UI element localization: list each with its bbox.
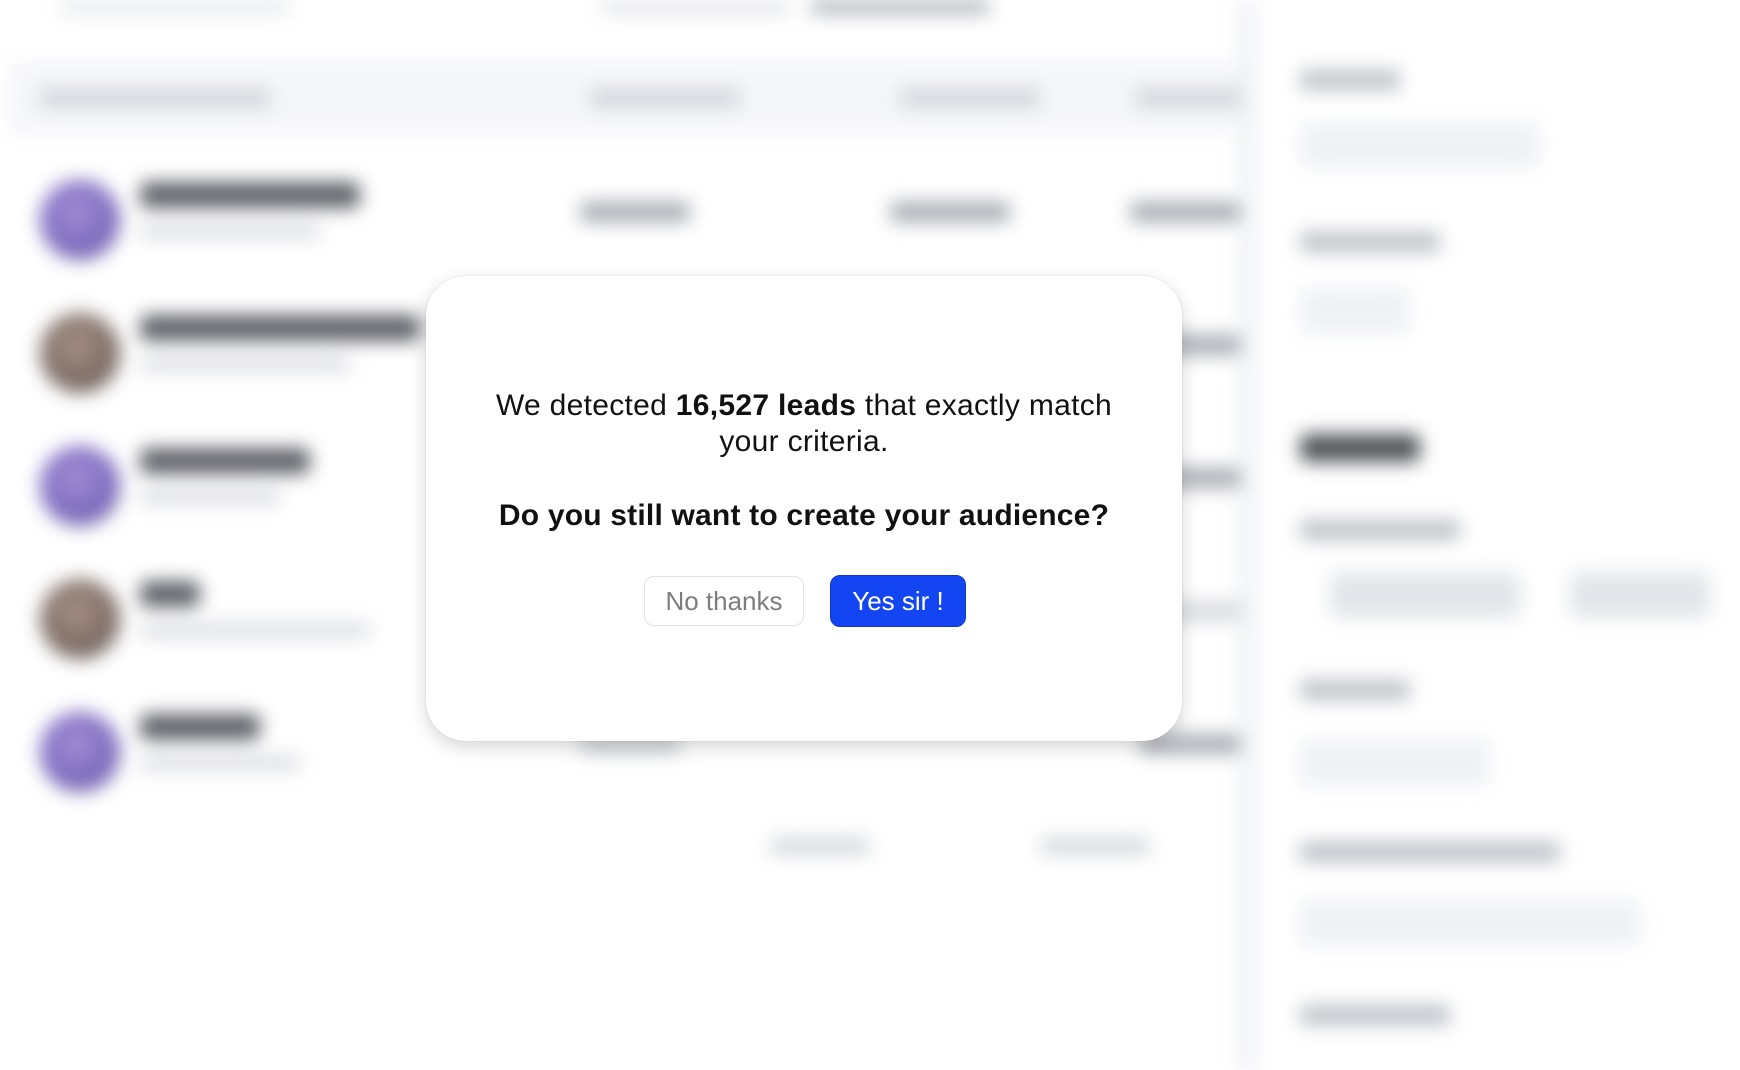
create-audience-question: Do you still want to create your audienc…	[498, 499, 1110, 532]
yes-confirm-button[interactable]: Yes sir !	[830, 575, 966, 627]
message-prefix: We detected	[495, 389, 668, 422]
app-screen: We detected 16,527 leads that exactly ma…	[0, 0, 1740, 1070]
leads-count: 16,527 leads	[675, 389, 857, 422]
no-thanks-button[interactable]: No thanks	[644, 576, 804, 626]
leads-detected-message: We detected 16,527 leads that exactly ma…	[466, 388, 1142, 460]
confirm-audience-dialog: We detected 16,527 leads that exactly ma…	[426, 276, 1182, 741]
